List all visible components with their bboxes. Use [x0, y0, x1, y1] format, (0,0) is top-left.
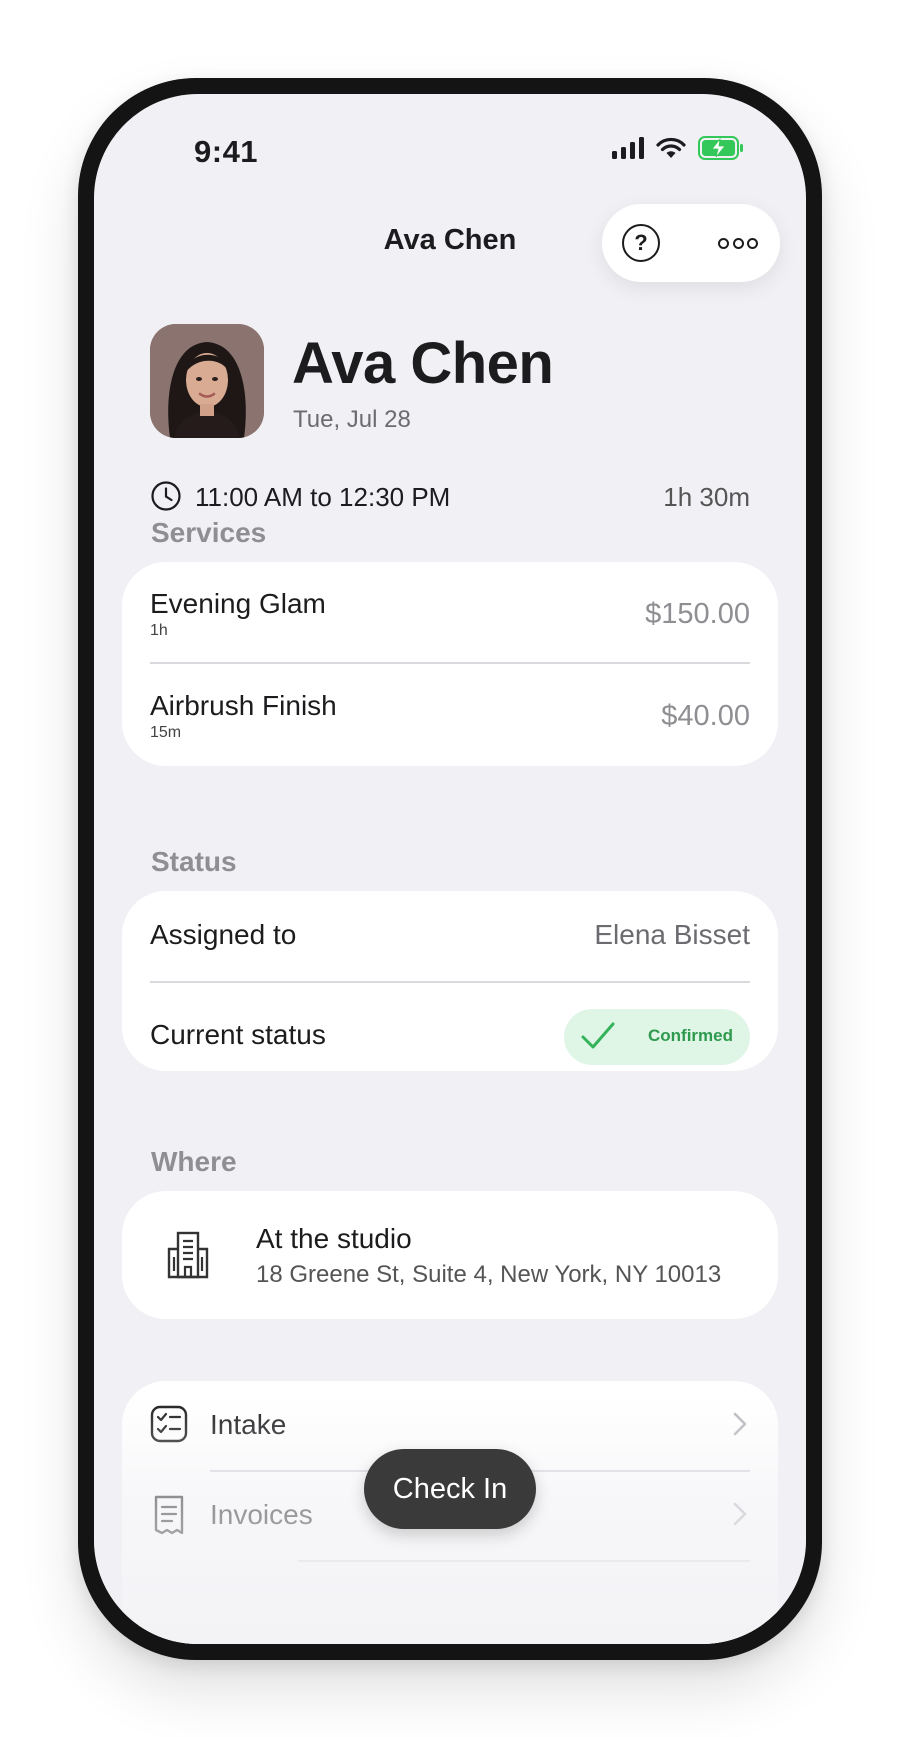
services-heading: Services: [151, 517, 267, 548]
service-name: Evening Glam: [150, 588, 326, 619]
services-card: Evening Glam 1h $150.00 Airbrush Finish …: [122, 562, 778, 766]
help-icon: ?: [634, 230, 648, 255]
service-duration: 1h: [150, 622, 168, 639]
status-value: Confirmed: [648, 1026, 733, 1045]
checkmark-icon: [581, 1022, 615, 1049]
receipt-icon: [154, 1495, 184, 1535]
time-range: 11:00 AM to 12:30 PM: [195, 482, 451, 512]
service-item[interactable]: Airbrush Finish 15m $40.00: [122, 664, 778, 766]
service-item[interactable]: Evening Glam 1h $150.00: [122, 562, 778, 663]
assigned-staff[interactable]: Elena Bisset: [594, 919, 750, 951]
building-icon: [167, 1231, 209, 1279]
client-name: Ava Chen: [292, 331, 554, 396]
avatar: [150, 324, 264, 438]
divider: [150, 981, 750, 983]
more-button[interactable]: [718, 234, 758, 252]
checklist-icon: [150, 1405, 188, 1443]
battery-charging-icon: [698, 136, 743, 160]
appointment-date: Tue, Jul 28: [293, 406, 411, 433]
total-duration: 1h 30m: [663, 482, 750, 512]
screen: 9:41 Ava Chen ? Ava Chen Tue, Jul 28 11:…: [94, 94, 806, 1644]
more-icon: [718, 237, 729, 249]
assigned-label: Assigned to: [150, 919, 297, 950]
status-heading: Status: [151, 846, 237, 877]
chevron-right-icon: [733, 1502, 747, 1526]
help-button[interactable]: ?: [622, 224, 660, 262]
clock-icon: [151, 481, 181, 511]
status-icons: [612, 136, 744, 160]
service-duration: 15m: [150, 724, 182, 741]
invoices-label: Invoices: [210, 1499, 313, 1530]
where-heading: Where: [151, 1146, 237, 1177]
status-time: 9:41: [194, 134, 259, 169]
status-badge[interactable]: Confirmed: [564, 1009, 750, 1065]
service-price: $40.00: [661, 700, 750, 732]
signal-icon: [612, 137, 644, 159]
status-card: Assigned to Elena Bisset Current status …: [122, 891, 778, 1071]
wifi-icon: [656, 137, 686, 158]
current-status-label: Current status: [150, 1019, 326, 1050]
time-row: 11:00 AM to 12:30 PM 1h 30m: [150, 476, 750, 516]
check-in-button[interactable]: Check In: [364, 1449, 536, 1529]
nav-actions: ?: [602, 204, 780, 282]
intake-label: Intake: [210, 1409, 287, 1440]
location-title: At the studio: [256, 1223, 412, 1254]
divider: [298, 1560, 750, 1562]
location-card[interactable]: At the studio 18 Greene St, Suite 4, New…: [122, 1191, 778, 1319]
chevron-right-icon: [733, 1412, 747, 1436]
service-name: Airbrush Finish: [150, 690, 337, 721]
location-address: 18 Greene St, Suite 4, New York, NY 1001…: [256, 1261, 722, 1288]
service-price: $150.00: [645, 598, 750, 630]
